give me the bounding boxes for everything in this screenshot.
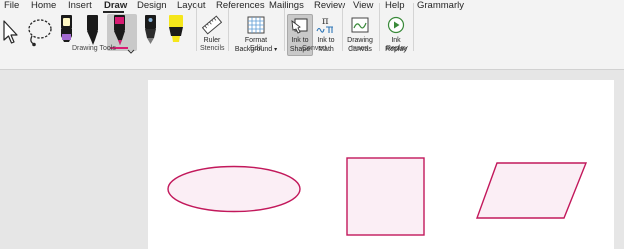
tab-layout[interactable]: Layout	[177, 0, 206, 14]
ink-to-shape-label-line1: Ink to	[291, 37, 309, 44]
ink-to-shape-icon	[291, 18, 308, 34]
tab-view[interactable]: View	[353, 0, 373, 14]
pen-icon	[61, 15, 72, 42]
group-separator	[342, 3, 343, 51]
tab-design[interactable]: Design	[137, 0, 167, 14]
highlighter-tool[interactable]	[166, 14, 186, 48]
group-label-insert: Insert	[351, 45, 369, 52]
drawing-canvas-button[interactable]	[350, 15, 370, 35]
tab-file[interactable]: File	[4, 0, 19, 14]
pi-glyph: π	[322, 16, 329, 27]
ink-to-math-button[interactable]: π	[315, 15, 337, 35]
ink-to-math-icon: π	[316, 16, 333, 33]
pen-tool-1[interactable]	[57, 14, 77, 48]
group-label-convert: Convert	[302, 45, 327, 52]
format-background-label-line1: Format	[244, 37, 268, 44]
group-separator	[284, 3, 285, 51]
ink-to-math-label-line1: Ink to	[317, 37, 335, 44]
group-label-edit: Edit	[250, 45, 263, 52]
tab-mailings[interactable]: Mailings	[269, 0, 304, 14]
lasso-select-button[interactable]	[25, 16, 53, 48]
ink-replay-label-line1: Ink	[391, 37, 401, 44]
group-separator	[228, 3, 229, 51]
tab-home[interactable]: Home	[31, 0, 56, 14]
parallelogram-shape[interactable]	[476, 162, 588, 219]
pencil-tool[interactable]	[141, 14, 161, 48]
format-background-button[interactable]	[246, 15, 266, 35]
arrow-cursor-icon	[3, 20, 18, 44]
select-objects-button[interactable]	[0, 18, 20, 46]
ellipse-shape[interactable]	[167, 165, 301, 213]
ink-to-shape-button[interactable]	[290, 15, 310, 35]
tab-grammarly[interactable]: Grammarly	[417, 0, 464, 14]
active-tab-indicator	[103, 11, 124, 13]
pen-icon	[87, 15, 98, 45]
group-separator	[196, 3, 197, 51]
group-label-drawing-tools: Drawing Tools	[72, 45, 116, 52]
ruler-button[interactable]	[201, 15, 223, 35]
highlighter-icon	[169, 15, 183, 42]
tab-help[interactable]: Help	[385, 0, 405, 14]
replay-icon	[387, 16, 405, 34]
grid-background-icon	[247, 16, 265, 34]
lasso-icon	[28, 19, 52, 47]
ink-replay-button[interactable]	[386, 15, 406, 35]
ruler-icon	[201, 15, 223, 35]
tab-references[interactable]: References	[216, 0, 265, 14]
square-shape[interactable]	[346, 157, 425, 236]
pen-dropdown-arrow[interactable]	[127, 42, 135, 54]
menu-bar: File Home Insert Draw Design Layout Refe…	[0, 0, 624, 14]
drawing-canvas-label-line1: Drawing	[347, 37, 373, 44]
chevron-down-icon	[127, 49, 135, 54]
document-page[interactable]	[148, 80, 614, 249]
group-label-replay: Replay	[386, 45, 408, 52]
drawing-canvas-icon	[351, 17, 369, 33]
group-separator	[413, 3, 414, 51]
pen-tool-2[interactable]	[83, 14, 103, 48]
group-label-stencils: Stencils	[200, 45, 225, 52]
pencil-icon	[145, 15, 156, 44]
group-separator	[379, 3, 380, 51]
tab-review[interactable]: Review	[314, 0, 345, 14]
tab-insert[interactable]: Insert	[68, 0, 92, 14]
